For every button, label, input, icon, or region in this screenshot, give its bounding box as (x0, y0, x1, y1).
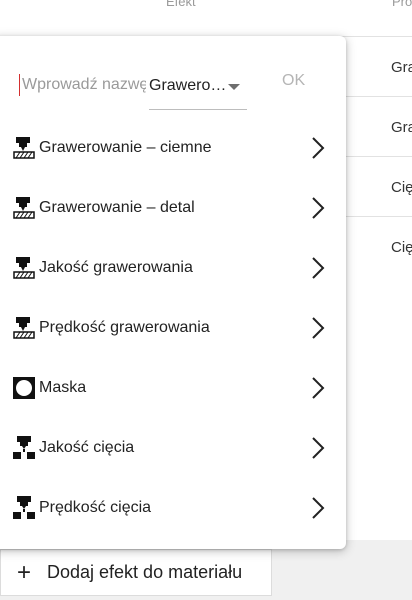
effect-list: Grawerowanie – ciemne Grawerowanie – det… (0, 118, 346, 538)
list-item[interactable]: Grawerowanie – detal (0, 178, 346, 238)
category-select[interactable]: Grawero… (149, 72, 247, 110)
chevron-right-icon (308, 254, 328, 282)
list-item[interactable]: Jakość cięcia (0, 418, 346, 478)
row-divider (340, 96, 412, 97)
list-item-label: Prędkość cięcia (39, 499, 152, 516)
list-item[interactable]: Jakość grawerowania (0, 238, 346, 298)
list-item-label: Jakość grawerowania (39, 259, 193, 276)
chevron-right-icon (308, 434, 328, 462)
engrave-icon (10, 314, 38, 342)
list-item[interactable]: Prędkość grawerowania (0, 298, 346, 358)
row-divider (340, 156, 412, 157)
list-item[interactable]: Maska (0, 358, 346, 418)
effect-picker-popup: Grawero… OK Grawerowanie – ciemne Grawer… (0, 36, 346, 549)
list-item-label: Grawerowanie – ciemne (39, 139, 212, 156)
list-item-label: Prędkość grawerowania (39, 319, 210, 336)
engrave-icon (10, 254, 38, 282)
mask-icon (10, 374, 38, 402)
search-input[interactable] (19, 74, 146, 96)
table-cell[interactable]: Gra (391, 59, 412, 76)
table-cell[interactable]: Gra (391, 119, 412, 136)
ok-button[interactable]: OK (282, 72, 305, 90)
plus-icon: + (16, 558, 31, 586)
add-effect-label: Dodaj efekt do materiału (47, 562, 243, 582)
list-item-label: Grawerowanie – detal (39, 199, 195, 216)
list-item[interactable]: Grawerowanie – ciemne (0, 118, 346, 178)
table-cell[interactable]: Cię (391, 179, 412, 196)
engrave-icon (10, 134, 38, 162)
cut-icon (10, 494, 38, 522)
row-divider (340, 216, 412, 217)
category-select-value: Grawero… (149, 77, 227, 94)
chevron-right-icon (308, 134, 328, 162)
column-header-pro: Pro (392, 0, 412, 9)
row-divider (340, 36, 412, 37)
list-item-label: Jakość cięcia (39, 439, 135, 456)
add-effect-button[interactable]: + Dodaj efekt do materiału (0, 549, 272, 596)
column-header-efekt: Efekt (166, 0, 196, 9)
chevron-right-icon (308, 494, 328, 522)
table-cell[interactable]: Cię (391, 239, 412, 256)
chevron-right-icon (308, 374, 328, 402)
chevron-down-icon (228, 84, 240, 90)
chevron-right-icon (308, 194, 328, 222)
search-row: Grawero… OK (0, 36, 346, 116)
list-item-label: Maska (39, 379, 87, 396)
cut-icon (10, 434, 38, 462)
engrave-icon (10, 194, 38, 222)
list-item[interactable]: Prędkość cięcia (0, 478, 346, 538)
chevron-right-icon (308, 314, 328, 342)
